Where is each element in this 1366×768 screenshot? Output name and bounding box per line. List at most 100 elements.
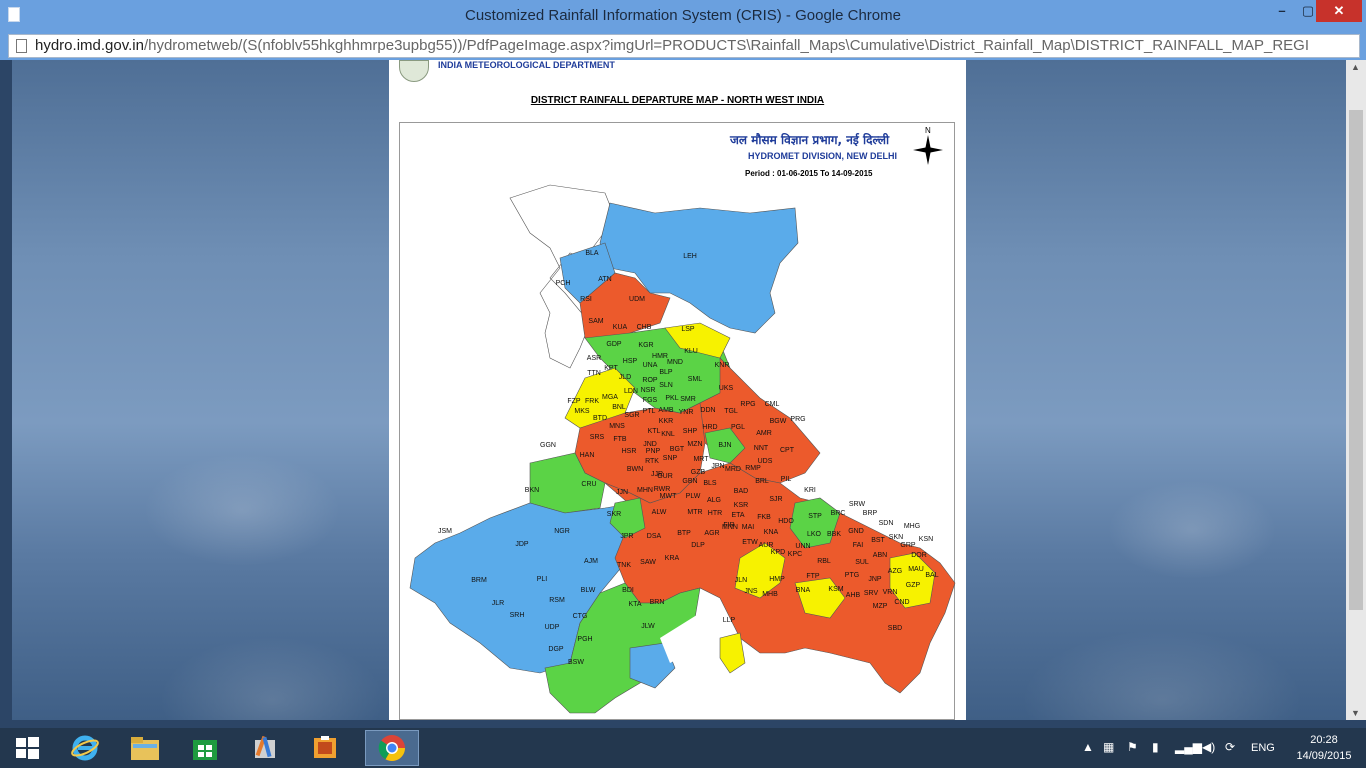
district-label-rsi: RSI xyxy=(580,296,592,303)
district-label-uds: UDS xyxy=(758,458,773,465)
district-label-amr: AMR xyxy=(756,430,772,437)
district-label-pgh: PGH xyxy=(577,636,592,643)
network-signal-icon[interactable]: ▂▄▆ xyxy=(1175,740,1202,754)
district-label-ggn: GGN xyxy=(540,442,556,449)
district-label-kpd: KPD xyxy=(771,549,785,556)
district-label-bgt: BGT xyxy=(670,446,685,453)
district-label-azg: AZG xyxy=(888,568,902,575)
action-center-icon[interactable]: ▦ xyxy=(1103,740,1114,754)
start-button[interactable] xyxy=(0,730,54,766)
internet-explorer-icon xyxy=(71,735,99,761)
district-label-bla: BLA xyxy=(585,250,599,257)
district-label-jpr: JPR xyxy=(620,533,633,540)
district-label-jln: JLN xyxy=(735,577,747,584)
chrome-icon xyxy=(378,735,406,762)
district-label-ldn: LDN xyxy=(624,388,638,395)
district-label-fgs: FGS xyxy=(643,397,658,404)
taskbar-internet-explorer[interactable] xyxy=(58,730,112,766)
district-label-lko: LKO xyxy=(807,531,822,538)
district-label-stp: STP xyxy=(808,513,822,520)
volume-icon[interactable]: ◀) xyxy=(1202,740,1215,754)
district-label-fzp: FZP xyxy=(567,398,581,405)
district-label-jlr: JLR xyxy=(492,600,504,607)
clock-date[interactable]: 14/09/2015 xyxy=(1296,750,1352,762)
taskbar-chrome[interactable] xyxy=(365,730,419,766)
district-label-shp: SHP xyxy=(683,428,698,435)
district-label-tgl: TGL xyxy=(724,408,738,415)
scroll-up-icon[interactable]: ▲ xyxy=(1351,62,1360,72)
district-label-knr: KNR xyxy=(715,362,730,369)
district-label-udp: UDP xyxy=(545,624,560,631)
district-label-btp: BTP xyxy=(677,530,691,537)
district-label-kpc: KPC xyxy=(788,551,802,558)
window-title-bar: Customized Rainfall Information System (… xyxy=(0,0,1366,32)
district-label-klu: KLU xyxy=(684,348,698,355)
clock-time[interactable]: 20:28 xyxy=(1296,734,1352,746)
district-label-alg: ALG xyxy=(707,497,721,504)
district-label-kna: KNA xyxy=(764,529,779,536)
taskbar-app-paint[interactable] xyxy=(238,730,292,766)
district-label-nsr: NSR xyxy=(641,387,656,394)
district-label-cml: CML xyxy=(765,401,780,408)
flag-icon[interactable]: ⚑ xyxy=(1127,740,1138,754)
district-label-rtk: RTK xyxy=(645,458,659,465)
url-field[interactable]: hydro.imd.gov.in/hydrometweb/(S(nfoblv55… xyxy=(8,34,1360,58)
show-hidden-icons-icon[interactable]: ▲ xyxy=(1082,740,1094,754)
district-label-skn: SKN xyxy=(889,534,903,541)
hindi-title: जल मौसम विज्ञान प्रभाग, नई दिल्ली xyxy=(730,133,890,147)
district-label-ftp: FTP xyxy=(806,573,820,580)
district-label-leh: LEH xyxy=(683,253,697,260)
district-label-gur: GUR xyxy=(657,473,673,480)
url-text[interactable]: hydro.imd.gov.in/hydrometweb/(S(nfoblv55… xyxy=(35,37,1309,54)
district-label-jld: JLD xyxy=(619,374,631,381)
district-label-udm: UDM xyxy=(629,296,645,303)
district-label-sam: SAM xyxy=(588,318,603,325)
district-label-bwn: BWN xyxy=(627,466,643,473)
district-label-saw: SAW xyxy=(640,559,656,566)
district-label-mzn: MZN xyxy=(687,441,702,448)
district-label-ctg: CTG xyxy=(573,613,588,620)
district-label-sbd: SBD xyxy=(888,625,902,632)
district-label-hmp: HMP xyxy=(769,576,785,583)
scrollbar-thumb[interactable] xyxy=(1349,110,1363,610)
district-label-ksr: KSR xyxy=(734,502,748,509)
district-label-bal: BAL xyxy=(925,572,938,579)
district-label-blw: BLW xyxy=(581,587,596,594)
district-label-prg: PRG xyxy=(790,416,805,423)
district-label-mns: MNS xyxy=(609,423,625,430)
district-label-brl: BRL xyxy=(755,478,769,485)
district-label-bsw: BSW xyxy=(568,659,584,666)
district-label-vrn: VRN xyxy=(883,589,898,596)
district-label-ftb: FTB xyxy=(613,436,627,443)
taskbar-file-explorer[interactable] xyxy=(118,730,172,766)
district-label-aur: AUR xyxy=(759,542,774,549)
taskbar-store[interactable] xyxy=(178,730,232,766)
district-label-mwt: MWT xyxy=(660,493,677,500)
district-label-cru: CRU xyxy=(581,481,596,488)
district-label-ksm: KSM xyxy=(828,586,843,593)
district-label-eta: ETA xyxy=(731,512,744,519)
district-label-mrd: MRD xyxy=(725,466,741,473)
battery-icon[interactable]: ▮ xyxy=(1152,740,1159,754)
scroll-down-icon[interactable]: ▼ xyxy=(1351,708,1360,718)
district-label-mhb: MHB xyxy=(762,591,778,598)
imd-logo xyxy=(399,60,429,82)
sync-icon[interactable]: ⟳ xyxy=(1225,740,1235,754)
close-button[interactable]: ✕ xyxy=(1316,0,1362,22)
district-label-kra: KRA xyxy=(665,555,680,562)
district-label-dgp: DGP xyxy=(548,646,564,653)
district-label-frk: FRK xyxy=(585,398,599,405)
taskbar-app-media[interactable] xyxy=(298,730,352,766)
district-label-sgr: SGR xyxy=(624,412,639,419)
language-indicator[interactable]: ENG xyxy=(1251,742,1275,754)
district-label-grp: GRP xyxy=(900,542,916,549)
district-label-srv: SRV xyxy=(864,590,879,597)
district-label-jnd: JND xyxy=(643,441,657,448)
minimize-button[interactable]: – xyxy=(1270,0,1294,22)
district-label-cnd: CND xyxy=(894,599,909,606)
district-label-hmr: HMR xyxy=(652,353,668,360)
district-label-bna: BNA xyxy=(796,587,811,594)
url-host: hydro.imd.gov.in xyxy=(35,37,144,54)
district-label-gzb: GZB xyxy=(691,469,706,476)
division-name: HYDROMET DIVISION, NEW DELHI xyxy=(748,151,898,161)
